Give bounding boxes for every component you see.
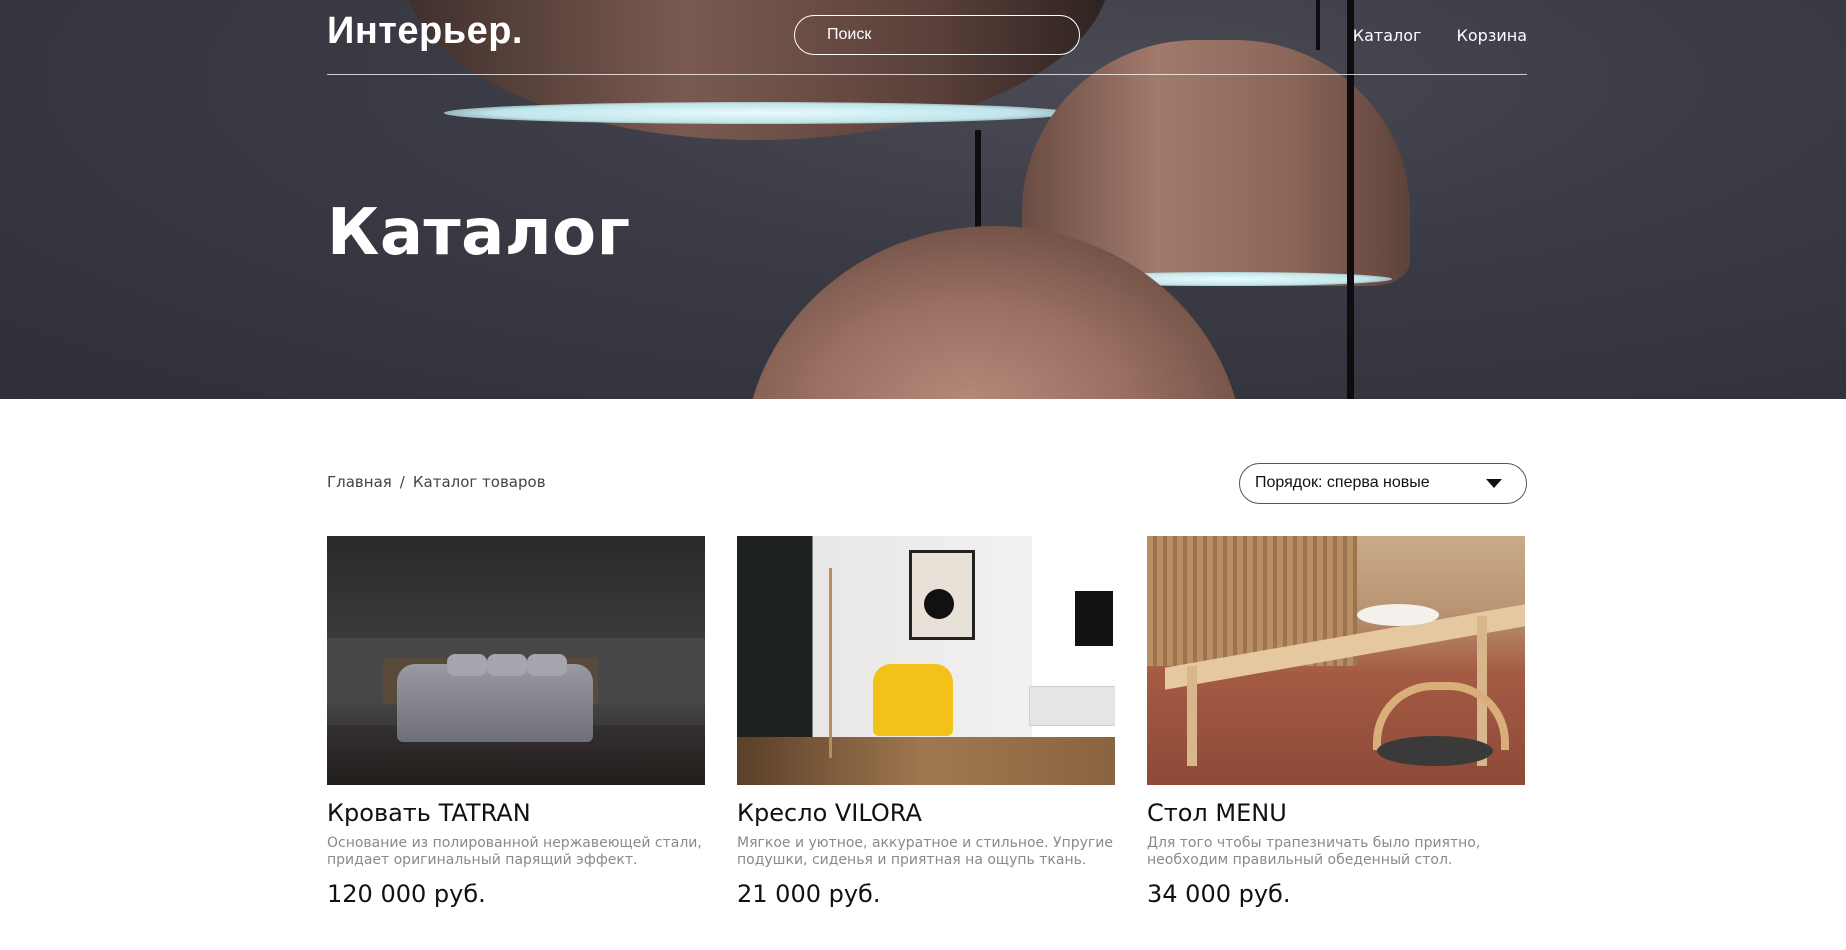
site-logo[interactable]: Интерьер.: [327, 10, 523, 53]
product-description: Для того чтобы трапезничать было приятно…: [1147, 835, 1481, 868]
product-name[interactable]: Стол MENU: [1147, 799, 1525, 827]
hero-banner: Интерьер. Каталог Корзина Каталог: [0, 0, 1846, 399]
product-image-armchair[interactable]: [737, 536, 1115, 785]
chevron-down-icon: [1486, 479, 1502, 488]
nav-link-catalog[interactable]: Каталог: [1353, 26, 1422, 45]
breadcrumb: Главная / Каталог товаров: [327, 473, 546, 491]
search-input[interactable]: [794, 15, 1080, 55]
product-description: Основание из полированной нержавеющей ст…: [327, 835, 702, 868]
site-header: Интерьер. Каталог Корзина: [327, 0, 1527, 75]
product-description: Мягкое и уютное, аккуратное и стильное. …: [737, 835, 1113, 868]
product-name[interactable]: Кресло VILORA: [737, 799, 1115, 827]
page-title: Каталог: [327, 196, 631, 270]
breadcrumb-current: Каталог товаров: [412, 473, 546, 491]
product-image-bed[interactable]: [327, 536, 705, 785]
main-nav: Каталог Корзина: [1323, 26, 1527, 45]
breadcrumb-home-link[interactable]: Главная: [327, 473, 392, 491]
product-price: 120 000 руб.: [327, 880, 486, 908]
product-name[interactable]: Кровать TATRAN: [327, 799, 705, 827]
product-price: 34 000 руб.: [1147, 880, 1291, 908]
lamp-cord: [975, 130, 981, 230]
nav-link-cart[interactable]: Корзина: [1457, 26, 1527, 45]
product-card[interactable]: Стол MENU Для того чтобы трапезничать бы…: [1147, 536, 1525, 908]
product-price: 21 000 руб.: [737, 880, 881, 908]
sort-select[interactable]: Порядок: сперва новые: [1239, 463, 1527, 504]
product-card[interactable]: Кресло VILORA Мягкое и уютное, аккуратно…: [737, 536, 1115, 908]
product-card[interactable]: Кровать TATRAN Основание из полированной…: [327, 536, 705, 908]
product-image-table[interactable]: [1147, 536, 1525, 785]
sort-select-value: Порядок: сперва новые: [1255, 474, 1430, 491]
breadcrumb-separator: /: [399, 473, 405, 491]
